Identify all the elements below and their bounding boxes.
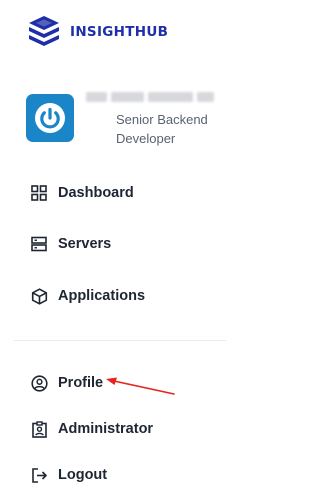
cube-icon [30, 287, 48, 305]
user-name [86, 90, 87, 91]
nav-label-profile: Profile [58, 375, 104, 391]
brand-name-part1: INSIGHT [70, 24, 135, 40]
nav-label-servers: Servers [58, 236, 112, 252]
annotation-arrow-icon [106, 377, 175, 395]
avatar [26, 94, 74, 142]
nav-label-applications: Applications [58, 288, 146, 304]
divider [14, 340, 226, 341]
redaction-bar [86, 92, 108, 102]
user-name-redacted [86, 90, 214, 104]
nav-item-applications[interactable]: Applications [30, 283, 145, 309]
id-badge-icon [30, 420, 48, 438]
redaction-bar [148, 92, 193, 102]
brand-name: INSIGHTHUB [70, 24, 168, 40]
nav-item-profile[interactable]: Profile [30, 370, 103, 396]
grid-icon [30, 184, 48, 202]
nav-item-logout[interactable]: Logout [30, 462, 107, 488]
logout-icon [30, 466, 48, 484]
redaction-bar [196, 92, 214, 102]
user-card: Senior Backend Developer [26, 90, 226, 150]
brand[interactable]: INSIGHTHUB [26, 14, 168, 50]
nav-label-logout: Logout [58, 467, 108, 483]
redaction-bar [111, 92, 145, 102]
server-icon [30, 235, 48, 253]
sidebar: INSIGHTHUB Senior Backend Developer Dash… [0, 0, 240, 498]
brand-logo-icon [29, 16, 59, 46]
nav-item-dashboard[interactable]: Dashboard [30, 180, 134, 206]
nav-item-servers[interactable]: Servers [30, 231, 111, 257]
user-role: Senior Backend Developer [116, 112, 208, 146]
nav-label-administrator: Administrator [58, 421, 154, 437]
nav-label-dashboard: Dashboard [58, 185, 134, 201]
brand-name-part2: HUB [134, 24, 169, 40]
user-circle-icon [30, 374, 48, 392]
power-icon [35, 103, 65, 133]
nav-item-administrator[interactable]: Administrator [30, 416, 153, 442]
